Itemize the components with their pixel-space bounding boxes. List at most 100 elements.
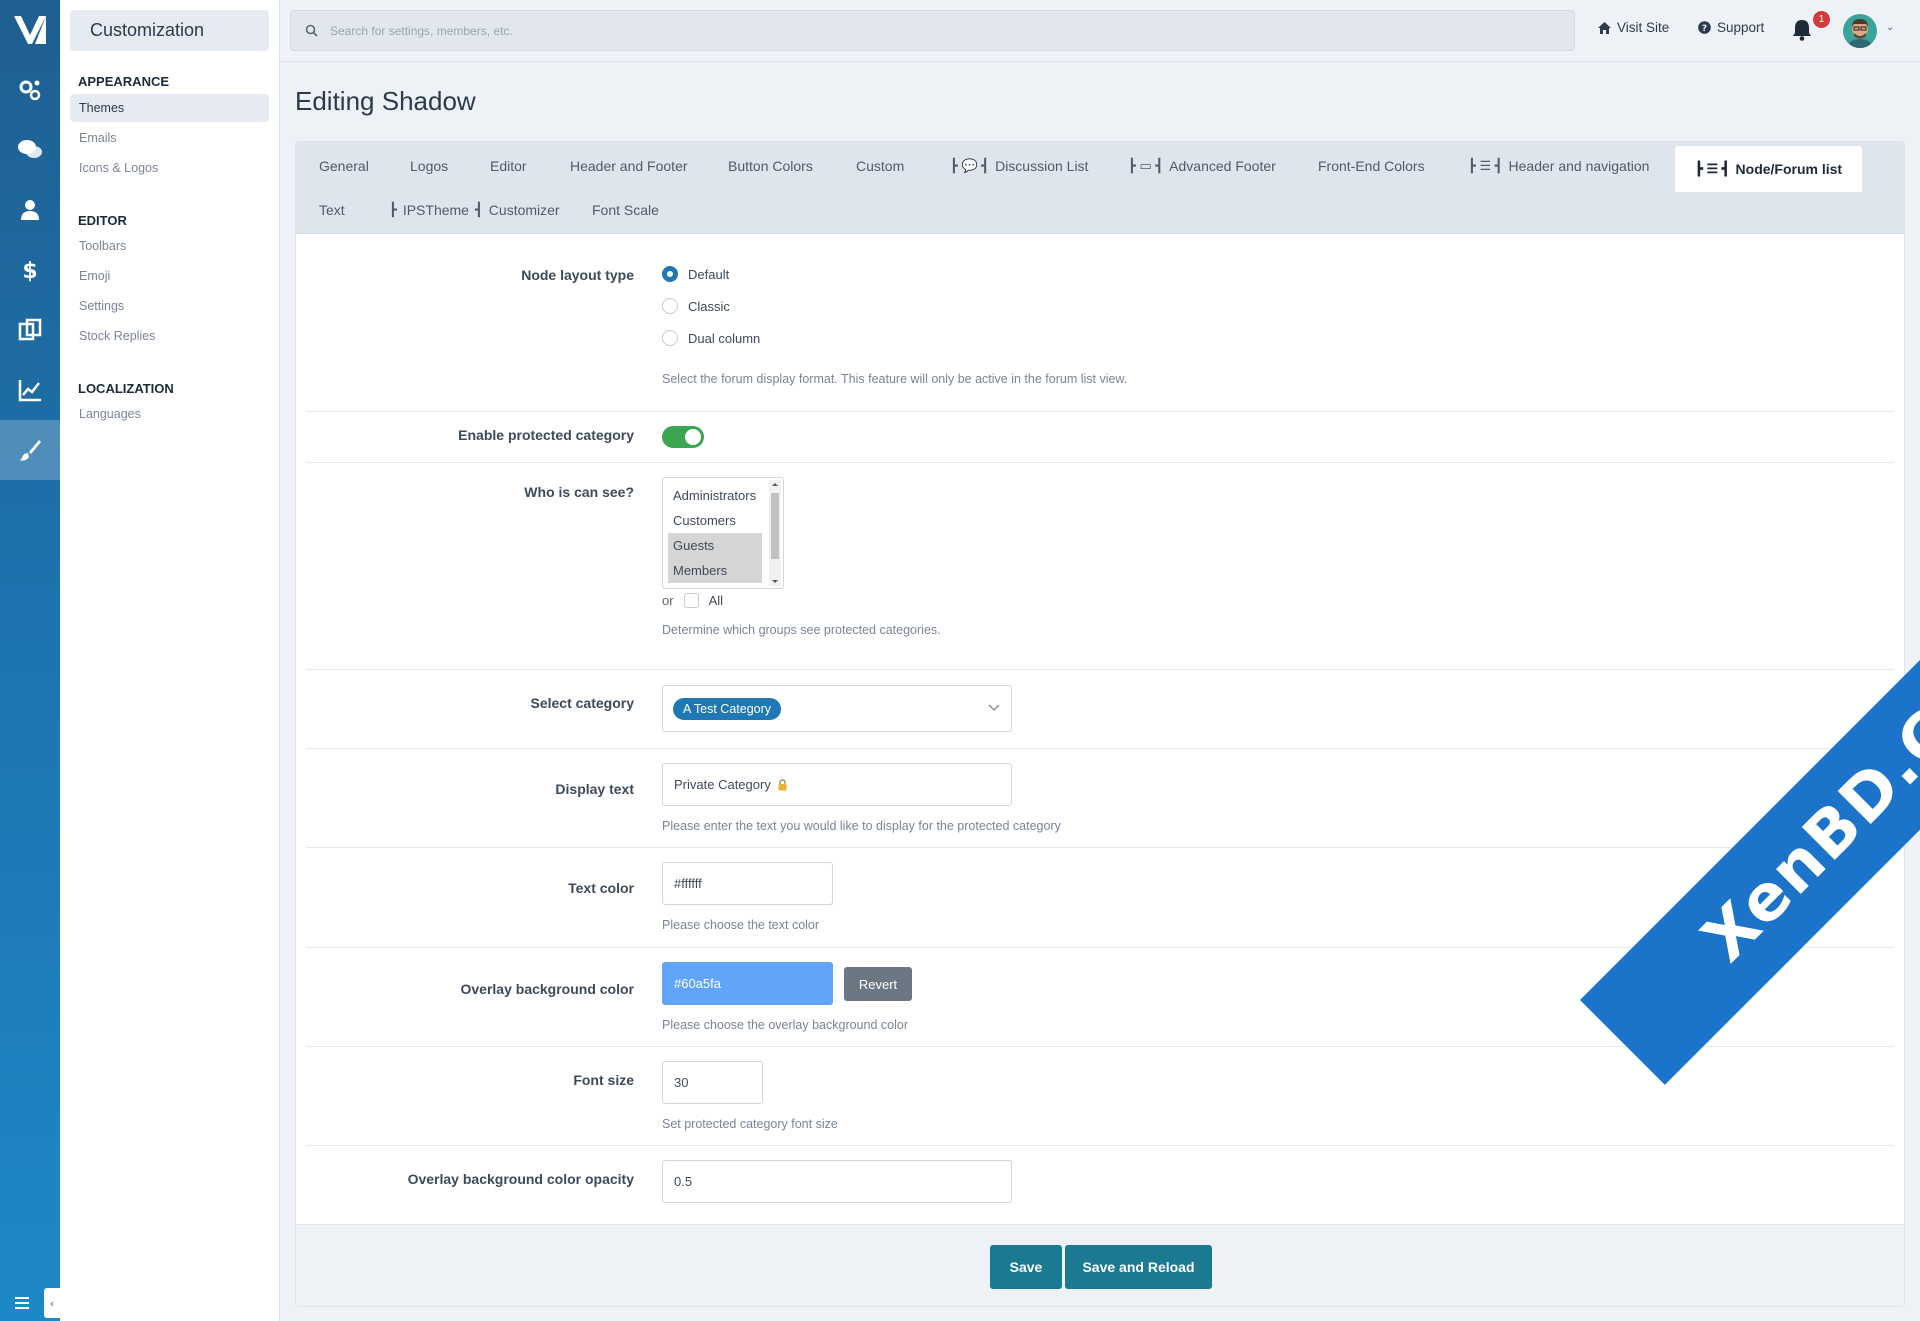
avatar[interactable] [1843, 14, 1877, 48]
tab-advanced-footer[interactable]: ┣ ▭ ┫ Advanced Footer [1128, 158, 1276, 174]
text-color-input[interactable]: #ffffff [662, 862, 833, 905]
font-size-hint: Set protected category font size [662, 1117, 838, 1131]
question-circle-icon: ? [1698, 21, 1711, 34]
text-color-hint: Please choose the text color [662, 918, 820, 932]
text-color-label: Text color [568, 880, 634, 896]
search-icon [305, 24, 318, 37]
sidebar-item-emoji[interactable]: Emoji [70, 262, 269, 290]
save-and-reload-button[interactable]: Save and Reload [1065, 1245, 1212, 1289]
top-bar: Visit Site ? Support 1 ⌄ [280, 0, 1920, 62]
option-members[interactable]: Members [668, 558, 762, 583]
who-can-see-label: Who is can see? [524, 484, 634, 500]
tab-logos[interactable]: Logos [410, 158, 448, 174]
protected-toggle[interactable] [662, 426, 704, 448]
comments-icon: ┣ 💬 ┫ [950, 158, 990, 173]
sidebar-item-stock-replies[interactable]: Stock Replies [70, 322, 269, 350]
sidebar-item-emails[interactable]: Emails [70, 124, 269, 152]
row-display-text: Display text Private Category Please ent… [306, 749, 1894, 848]
save-button[interactable]: Save [990, 1245, 1062, 1289]
sidebar-item-settings[interactable]: Settings [70, 292, 269, 320]
tab-custom[interactable]: Custom [856, 158, 904, 174]
opacity-label: Overlay background color opacity [407, 1171, 634, 1187]
user-icon[interactable] [0, 180, 60, 240]
opacity-input[interactable]: 0.5 [662, 1160, 1012, 1203]
select-category-label: Select category [530, 695, 635, 711]
list-icon: ┣ ☰ ┫ [1695, 161, 1730, 176]
chevron-down-icon[interactable]: ⌄ [1886, 22, 1894, 33]
tab-frontend-colors[interactable]: Front-End Colors [1318, 158, 1425, 174]
icon-rail: $ ‹ [0, 0, 60, 1321]
row-select-category: Select category A Test Category [306, 670, 1894, 749]
sidebar-item-toolbars[interactable]: Toolbars [70, 232, 269, 260]
tab-button-colors[interactable]: Button Colors [728, 158, 813, 174]
group-heading-editor: EDITOR [78, 213, 127, 228]
chevron-down-icon [988, 704, 1000, 712]
search-box[interactable] [290, 10, 1575, 51]
svg-text:?: ? [1702, 24, 1707, 34]
support-label: Support [1717, 20, 1765, 35]
tab-editor[interactable]: Editor [490, 158, 527, 174]
visit-site-link[interactable]: Visit Site [1598, 20, 1669, 35]
node-layout-label: Node layout type [521, 267, 634, 283]
category-chip[interactable]: A Test Category [673, 697, 782, 720]
row-opacity: Overlay background color opacity 0.5 [306, 1146, 1894, 1224]
option-administrators[interactable]: Administrators [668, 483, 762, 508]
overlay-bg-input[interactable]: #60a5fa [662, 962, 833, 1005]
groups-listbox[interactable]: Administrators Customers Guests Members [662, 477, 784, 589]
font-size-input[interactable]: 30 [662, 1061, 763, 1104]
bell-icon[interactable] [1792, 19, 1812, 45]
visit-site-label: Visit Site [1617, 20, 1670, 35]
sidebar-item-icons-logos[interactable]: Icons & Logos [70, 154, 269, 182]
brush-icon[interactable] [0, 420, 60, 480]
row-who-can-see: Who is can see? Administrators Customers… [306, 463, 1894, 670]
form-actions: Save Save and Reload [296, 1224, 1904, 1306]
who-can-see-hint: Determine which groups see protected cat… [662, 623, 941, 637]
collapse-sidebar-icon[interactable]: ‹ [44, 1288, 60, 1318]
tab-general[interactable]: General [319, 158, 369, 174]
all-groups-checkbox[interactable]: or All [662, 593, 723, 608]
sidebar-item-languages[interactable]: Languages [70, 400, 269, 428]
category-select[interactable]: A Test Category [662, 685, 1012, 732]
logo-icon[interactable] [0, 0, 60, 60]
gears-icon[interactable] [0, 60, 60, 120]
tab-font-scale[interactable]: Font Scale [592, 202, 659, 218]
display-text-hint: Please enter the text you would like to … [662, 819, 1061, 833]
option-guests[interactable]: Guests [668, 533, 762, 558]
node-layout-options: Default Classic Dual column [662, 258, 760, 354]
listbox-scrollbar[interactable] [769, 480, 781, 586]
tab-header-navigation[interactable]: ┣ ☰ ┫ Header and navigation [1468, 158, 1649, 174]
tab-discussion-list[interactable]: ┣ 💬 ┫ Discussion List [950, 158, 1088, 174]
chat-icon[interactable] [0, 120, 60, 180]
radio-dual-column[interactable]: Dual column [662, 322, 760, 354]
group-heading-appearance: APPEARANCE [78, 74, 170, 89]
display-text-input[interactable]: Private Category [662, 763, 1012, 806]
tab-ipstheme-customizer[interactable]: ┣ IPSTheme ┫ Customizer [389, 202, 560, 218]
theme-settings-panel: General Logos Editor Header and Footer B… [295, 141, 1905, 1307]
tab-text[interactable]: Text [319, 202, 345, 218]
tab-header-footer[interactable]: Header and Footer [570, 158, 688, 174]
group-heading-localization: LOCALIZATION [78, 381, 174, 396]
tab-node-forum-list[interactable]: ┣ ☰ ┫ Node/Forum list [1675, 146, 1863, 192]
overlay-bg-hint: Please choose the overlay background col… [662, 1018, 908, 1032]
sidebar-item-themes[interactable]: Themes [70, 94, 269, 122]
row-node-layout: Node layout type Default Classic Dual co… [306, 234, 1894, 412]
window-icon: ┣ ▭ ┫ [1128, 158, 1164, 173]
search-input[interactable] [330, 23, 1530, 38]
sub-sidebar: Customization APPEARANCE Themes Emails I… [60, 0, 280, 1321]
display-text-label: Display text [555, 781, 634, 797]
notification-badge: 1 [1813, 11, 1830, 28]
menu-icon[interactable] [0, 1285, 44, 1321]
tab-bar: General Logos Editor Header and Footer B… [296, 142, 1904, 234]
sidebar-title: Customization [70, 10, 269, 51]
support-link[interactable]: ? Support [1698, 20, 1764, 35]
chart-icon[interactable] [0, 360, 60, 420]
overlay-bg-label: Overlay background color [460, 981, 635, 997]
copy-icon[interactable] [0, 300, 60, 360]
dollar-icon[interactable]: $ [0, 240, 60, 300]
radio-classic[interactable]: Classic [662, 290, 760, 322]
option-customers[interactable]: Customers [668, 508, 762, 533]
row-protected: Enable protected category [306, 412, 1894, 463]
revert-button[interactable]: Revert [844, 967, 912, 1001]
home-icon [1598, 21, 1611, 34]
radio-default[interactable]: Default [662, 258, 760, 290]
